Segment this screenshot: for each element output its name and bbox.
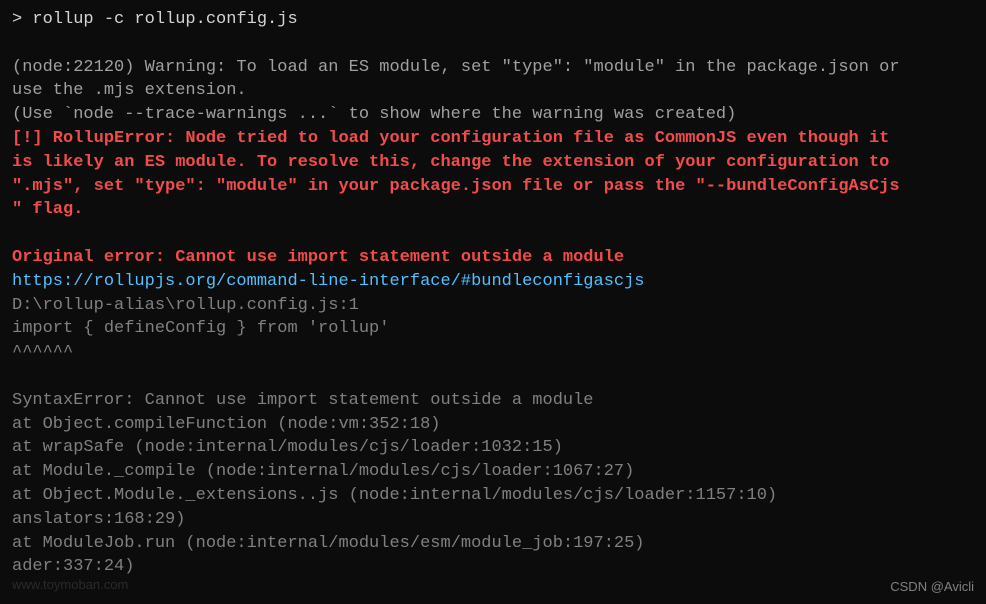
- stack-line-6: anslators:168:29): [12, 508, 974, 532]
- warning-line-3: (Use `node --trace-warnings ...` to show…: [12, 103, 974, 127]
- original-error-line: Original error: Cannot use import statem…: [12, 246, 974, 270]
- command-text: rollup -c rollup.config.js: [32, 10, 297, 29]
- error-line-1: [!] RollupError: Node tried to load your…: [12, 127, 974, 151]
- stack-line-1: SyntaxError: Cannot use import statement…: [12, 389, 974, 413]
- faint-background-text: www.toymoban.com: [12, 576, 128, 594]
- warning-line-2: use the .mjs extension.: [12, 79, 974, 103]
- blank-line: [12, 222, 974, 246]
- file-reference: D:\rollup-alias\rollup.config.js:1: [12, 294, 974, 318]
- error-line-2: is likely an ES module. To resolve this,…: [12, 151, 974, 175]
- doc-link[interactable]: https://rollupjs.org/command-line-interf…: [12, 270, 974, 294]
- prompt-symbol: >: [12, 10, 22, 29]
- blank-line: [12, 32, 974, 56]
- caret-markers: ^^^^^^: [12, 341, 974, 365]
- stack-line-2: at Object.compileFunction (node:vm:352:1…: [12, 413, 974, 437]
- stack-line-4: at Module._compile (node:internal/module…: [12, 460, 974, 484]
- watermark-text: CSDN @Avicli: [890, 578, 974, 596]
- command-prompt-line: > rollup -c rollup.config.js: [12, 8, 974, 32]
- error-line-3: ".mjs", set "type": "module" in your pac…: [12, 175, 974, 199]
- stack-line-7: at ModuleJob.run (node:internal/modules/…: [12, 532, 974, 556]
- stack-line-3: at wrapSafe (node:internal/modules/cjs/l…: [12, 436, 974, 460]
- error-line-4: " flag.: [12, 198, 974, 222]
- stack-line-5: at Object.Module._extensions..js (node:i…: [12, 484, 974, 508]
- blank-line: [12, 365, 974, 389]
- source-code-line: import { defineConfig } from 'rollup': [12, 317, 974, 341]
- stack-line-8: ader:337:24): [12, 555, 974, 579]
- warning-line-1: (node:22120) Warning: To load an ES modu…: [12, 56, 974, 80]
